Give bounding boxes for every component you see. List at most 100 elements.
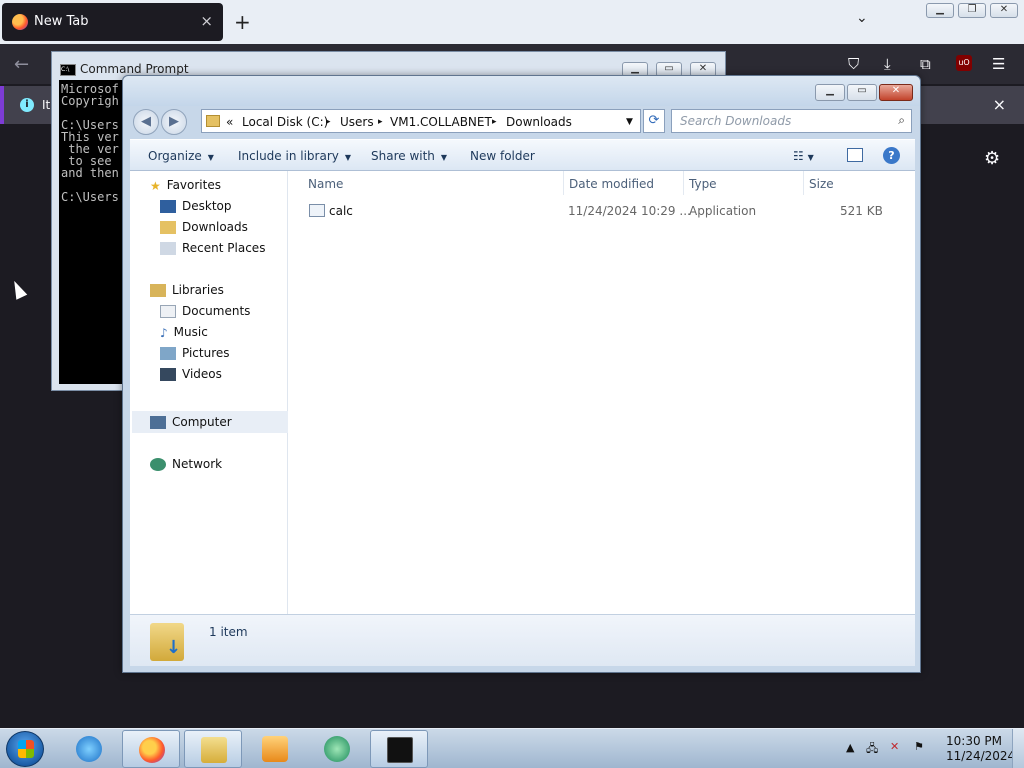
notification-close-button[interactable]: × [993, 95, 1006, 114]
taskbar-command-prompt[interactable] [370, 730, 428, 768]
nav-pictures[interactable]: Pictures [160, 343, 230, 363]
nav-network[interactable]: Network [150, 454, 222, 474]
ublock-icon[interactable]: uO [956, 55, 972, 71]
search-placeholder: Search Downloads [680, 114, 792, 128]
show-hidden-icons-icon[interactable]: ▲ [846, 741, 854, 754]
help-icon[interactable]: ? [883, 147, 900, 164]
column-separator[interactable] [683, 171, 684, 195]
nav-desktop[interactable]: Desktop [160, 196, 232, 216]
nav-documents[interactable]: Documents [160, 301, 250, 321]
crumb-vm1[interactable]: VM1.COLLABNET [390, 115, 492, 129]
taskbar-clock[interactable]: 10:30 PM 11/24/2024 [946, 734, 1015, 764]
browser-close-button[interactable]: ✕ [990, 3, 1018, 18]
nav-label: Videos [182, 367, 222, 381]
back-button[interactable]: ◀ [133, 109, 159, 135]
taskbar-media-player[interactable] [246, 730, 304, 768]
explorer-minimize-button[interactable]: ▁ [815, 84, 845, 101]
folder-icon [206, 115, 220, 127]
taskbar-internet-explorer[interactable] [60, 730, 118, 768]
action-center-flag-icon[interactable]: ⚑ [914, 740, 924, 753]
tab-close-button[interactable]: × [200, 12, 213, 30]
crumb-downloads[interactable]: Downloads [506, 115, 572, 129]
application-icon [309, 204, 325, 217]
column-separator[interactable] [803, 171, 804, 195]
preview-pane-icon[interactable] [847, 148, 863, 162]
explorer-maximize-button[interactable]: ▭ [847, 84, 877, 101]
column-header-type[interactable]: Type [689, 177, 717, 191]
recent-places-icon [160, 242, 176, 255]
back-arrow-icon[interactable]: ← [14, 54, 29, 75]
share-with-menu[interactable]: Share with ▼ [371, 149, 447, 163]
cmd-icon [387, 737, 413, 763]
nav-music[interactable]: ♪ Music [160, 322, 208, 342]
refresh-button[interactable]: ⟳ [643, 109, 665, 133]
cmd-line: C:\Users [61, 190, 119, 204]
mouse-cursor-icon [8, 278, 28, 300]
nav-favorites[interactable]: ★ Favorites [150, 175, 221, 195]
search-input[interactable]: Search Downloads ⌕ [671, 109, 912, 133]
column-separator[interactable] [563, 171, 564, 195]
include-in-library-label: Include in library [238, 149, 339, 163]
network-tray-icon[interactable]: 🖧 [866, 740, 878, 759]
explorer-window[interactable]: ▁ ▭ ✕ ◀ ▶ « Local Disk (C:) ▸ Users ▸ VM… [122, 75, 921, 673]
notification-accent [0, 86, 4, 124]
music-icon: ♪ [160, 325, 168, 340]
file-date-modified: 11/24/2024 10:29 ... [568, 204, 691, 218]
address-dropdown-icon[interactable]: ▼ [626, 117, 633, 127]
include-in-library-menu[interactable]: Include in library ▼ [238, 149, 351, 163]
start-button[interactable] [6, 731, 44, 767]
nav-downloads[interactable]: Downloads [160, 217, 248, 237]
star-icon: ★ [150, 178, 161, 193]
extensions-icon[interactable]: ⧉ [920, 55, 931, 73]
taskbar-firefox[interactable] [122, 730, 180, 768]
forward-button[interactable]: ▶ [161, 109, 187, 135]
search-icon[interactable]: ⌕ [898, 113, 905, 128]
new-tab-button[interactable]: + [234, 10, 251, 34]
taskbar-explorer[interactable] [184, 730, 242, 768]
taskbar-app[interactable] [308, 730, 366, 768]
details-pane: 1 item [130, 614, 915, 666]
explorer-title-bar[interactable] [123, 76, 920, 106]
dropdown-arrow-icon: ▼ [207, 153, 214, 162]
browser-restore-button[interactable]: ❐ [958, 3, 986, 18]
navigation-pane[interactable]: ★ Favorites Desktop Downloads Recent Plac… [130, 171, 288, 614]
column-header-name[interactable]: Name [308, 177, 343, 191]
chevron-right-icon[interactable]: ▸ [326, 117, 331, 127]
nav-computer[interactable]: Computer [150, 412, 232, 432]
firefox-icon [139, 737, 165, 763]
nav-recent-places[interactable]: Recent Places [160, 238, 265, 258]
browser-minimize-button[interactable]: ▁ [926, 3, 954, 18]
nav-label: Recent Places [182, 241, 266, 255]
crumb-local-disk[interactable]: Local Disk (C:) [242, 115, 328, 129]
chevron-right-icon[interactable]: ▸ [378, 117, 383, 127]
cmd-window-title: Command Prompt [80, 62, 189, 76]
nav-videos[interactable]: Videos [160, 364, 222, 384]
internet-explorer-icon [76, 736, 102, 762]
pocket-icon[interactable]: ⛉ [848, 55, 859, 73]
change-view-icon[interactable]: ☷ ▼ [793, 149, 814, 163]
table-row[interactable]: calc 11/24/2024 10:29 ... Application 52… [299, 201, 899, 221]
gear-icon[interactable]: ⚙ [984, 148, 1000, 169]
nav-libraries[interactable]: Libraries [150, 280, 224, 300]
file-list[interactable]: Name Date modified Type Size calc 11/24/… [289, 171, 915, 614]
nav-label: Computer [172, 415, 232, 429]
chevron-right-icon[interactable]: ▸ [492, 117, 497, 127]
file-size: 521 KB [840, 204, 883, 218]
list-all-tabs-button[interactable]: ⌄ [856, 10, 868, 26]
address-overflow[interactable]: « [226, 115, 233, 129]
organize-label: Organize [148, 149, 202, 163]
column-header-date-modified[interactable]: Date modified [569, 177, 654, 191]
show-desktop-button[interactable] [1012, 729, 1024, 768]
download-icon[interactable]: ⤓ [884, 55, 891, 73]
tab-new-tab[interactable]: New Tab × [2, 3, 223, 41]
volume-muted-icon[interactable]: ✕ [890, 740, 899, 753]
new-folder-button[interactable]: New folder [470, 149, 535, 163]
column-header-size[interactable]: Size [809, 177, 834, 191]
address-bar[interactable]: « Local Disk (C:) ▸ Users ▸ VM1.COLLABNE… [201, 109, 641, 133]
explorer-close-button[interactable]: ✕ [879, 84, 913, 101]
crumb-users[interactable]: Users [340, 115, 374, 129]
menu-icon[interactable]: ☰ [992, 55, 1005, 73]
nav-label: Network [172, 457, 223, 471]
explorer-body: ★ Favorites Desktop Downloads Recent Plac… [130, 171, 915, 614]
organize-menu[interactable]: Organize ▼ [148, 149, 214, 163]
